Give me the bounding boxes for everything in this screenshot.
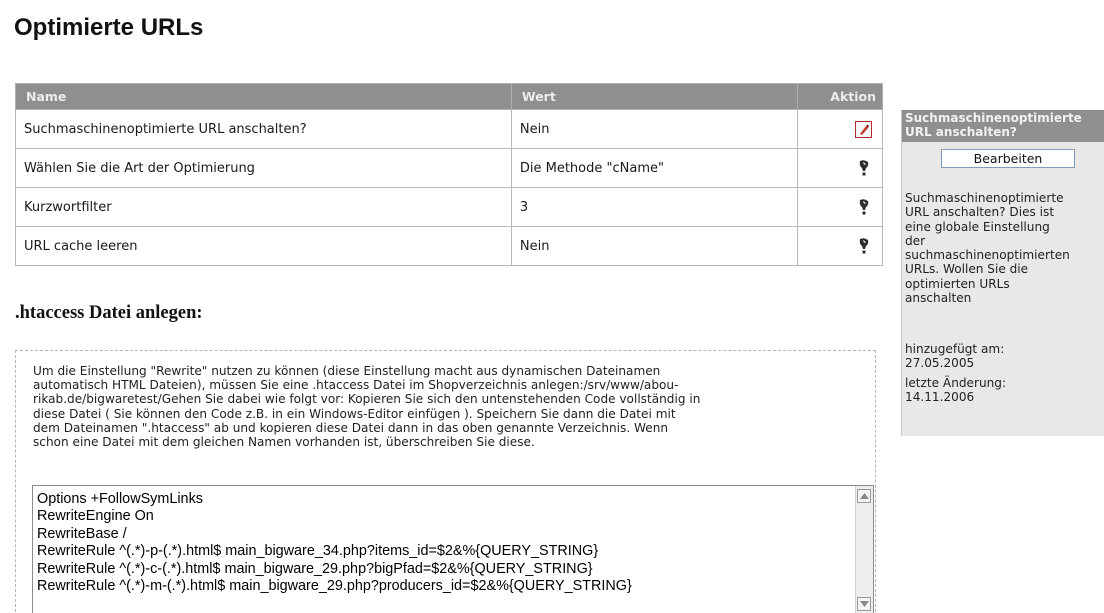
column-header-value: Wert [510, 83, 799, 110]
table-row[interactable]: Suchmaschinenoptimierte URL anschalten? … [15, 109, 883, 149]
action-cell [797, 148, 883, 188]
page-title: Optimierte URLs [14, 14, 204, 41]
setting-value: Die Methode "cName" [510, 148, 799, 188]
changed-date: 14.11.2006 [905, 390, 975, 405]
code-line: RewriteBase / [37, 525, 127, 542]
code-line: RewriteRule ^(.*)-m-(.*).html$ main_bigw… [37, 578, 632, 595]
info-line: Suchmaschinenoptimierte [905, 191, 1064, 205]
settings-table: Name Wert Aktion Suchmaschinenoptimierte… [15, 83, 883, 266]
info-description: Suchmaschinenoptimierte URL anschalten? … [905, 191, 1103, 305]
table-row[interactable]: URL cache leeren Nein [15, 226, 883, 266]
setting-name: Kurzwortfilter [15, 187, 512, 227]
info-line: der [905, 233, 926, 248]
added-label: hinzugefügt am: [905, 342, 1005, 356]
added-date-block: hinzugefügt am: 27.05.2005 [905, 342, 1103, 371]
changed-label: letzte Änderung: [905, 376, 1007, 390]
action-cell [797, 187, 883, 227]
info-sidebar: Suchmaschinenoptimierte URL anschalten? … [901, 110, 1104, 436]
scroll-down-button[interactable] [857, 597, 871, 611]
info-icon[interactable] [856, 237, 872, 255]
code-line: RewriteEngine On [37, 508, 154, 525]
setting-value: Nein [510, 109, 799, 149]
setting-name: URL cache leeren [15, 226, 512, 266]
setting-name: Suchmaschinenoptimierte URL anschalten? [15, 109, 512, 149]
description-line: diese Datei ( Sie können den Code z.B. i… [33, 406, 676, 421]
edit-active-icon[interactable] [855, 120, 872, 138]
htaccess-heading: .htaccess Datei anlegen: [15, 303, 203, 323]
info-line: URL anschalten? Dies ist [905, 205, 1055, 220]
setting-value: 3 [510, 187, 799, 227]
arrow-up-icon [860, 493, 869, 499]
code-content: Options +FollowSymLinks RewriteEngine On… [37, 491, 632, 595]
setting-name: Wählen Sie die Art der Optimierung [15, 148, 512, 188]
action-cell [797, 226, 883, 266]
description-line: rikab.de/bigwaretest/Gehen Sie dabei wie… [33, 392, 701, 407]
arrow-down-icon [860, 601, 869, 607]
scroll-up-button[interactable] [857, 489, 871, 503]
info-sidebar-title: Suchmaschinenoptimierte URL anschalten? [902, 110, 1104, 142]
setting-value: Nein [510, 226, 799, 266]
title-line: Suchmaschinenoptimierte [905, 111, 1082, 125]
action-cell [797, 109, 883, 149]
info-line: eine globale Einstellung [905, 219, 1050, 234]
description-line: automatisch HTML Dateien), müssen Sie ei… [33, 378, 679, 393]
info-icon[interactable] [856, 198, 872, 216]
column-header-name: Name [15, 83, 512, 110]
info-line: URLs. Wollen Sie die [905, 262, 1029, 277]
title-line: URL anschalten? [905, 125, 1017, 139]
edit-button[interactable]: Bearbeiten [941, 149, 1075, 168]
vertical-scrollbar[interactable] [855, 486, 873, 613]
table-row[interactable]: Wählen Sie die Art der Optimierung Die M… [15, 148, 883, 188]
description-line: schon eine Datei mit dem gleichen Namen … [33, 435, 535, 450]
description-line: dem Dateinamen ".htaccess" ab und kopier… [33, 420, 669, 435]
table-row[interactable]: Kurzwortfilter 3 [15, 187, 883, 227]
code-line: RewriteRule ^(.*)-c-(.*).html$ main_bigw… [37, 560, 593, 577]
added-date: 27.05.2005 [905, 356, 975, 371]
table-header-row: Name Wert Aktion [15, 83, 883, 110]
htaccess-description: Um die Einstellung "Rewrite" nutzen zu k… [33, 364, 865, 449]
description-line: Um die Einstellung "Rewrite" nutzen zu k… [33, 364, 661, 378]
code-line: Options +FollowSymLinks [37, 491, 203, 507]
info-line: suchmaschinenoptimierten [905, 248, 1070, 263]
info-line: optimierten URLs [905, 276, 1010, 291]
info-icon[interactable] [856, 159, 872, 177]
code-line: RewriteRule ^(.*)-p-(.*).html$ main_bigw… [37, 543, 599, 560]
changed-date-block: letzte Änderung: 14.11.2006 [905, 376, 1103, 405]
htaccess-panel: Um die Einstellung "Rewrite" nutzen zu k… [15, 350, 876, 613]
column-header-action: Aktion [797, 83, 883, 110]
htaccess-code-textarea[interactable]: Options +FollowSymLinks RewriteEngine On… [32, 485, 874, 613]
info-line: anschalten [905, 291, 972, 306]
